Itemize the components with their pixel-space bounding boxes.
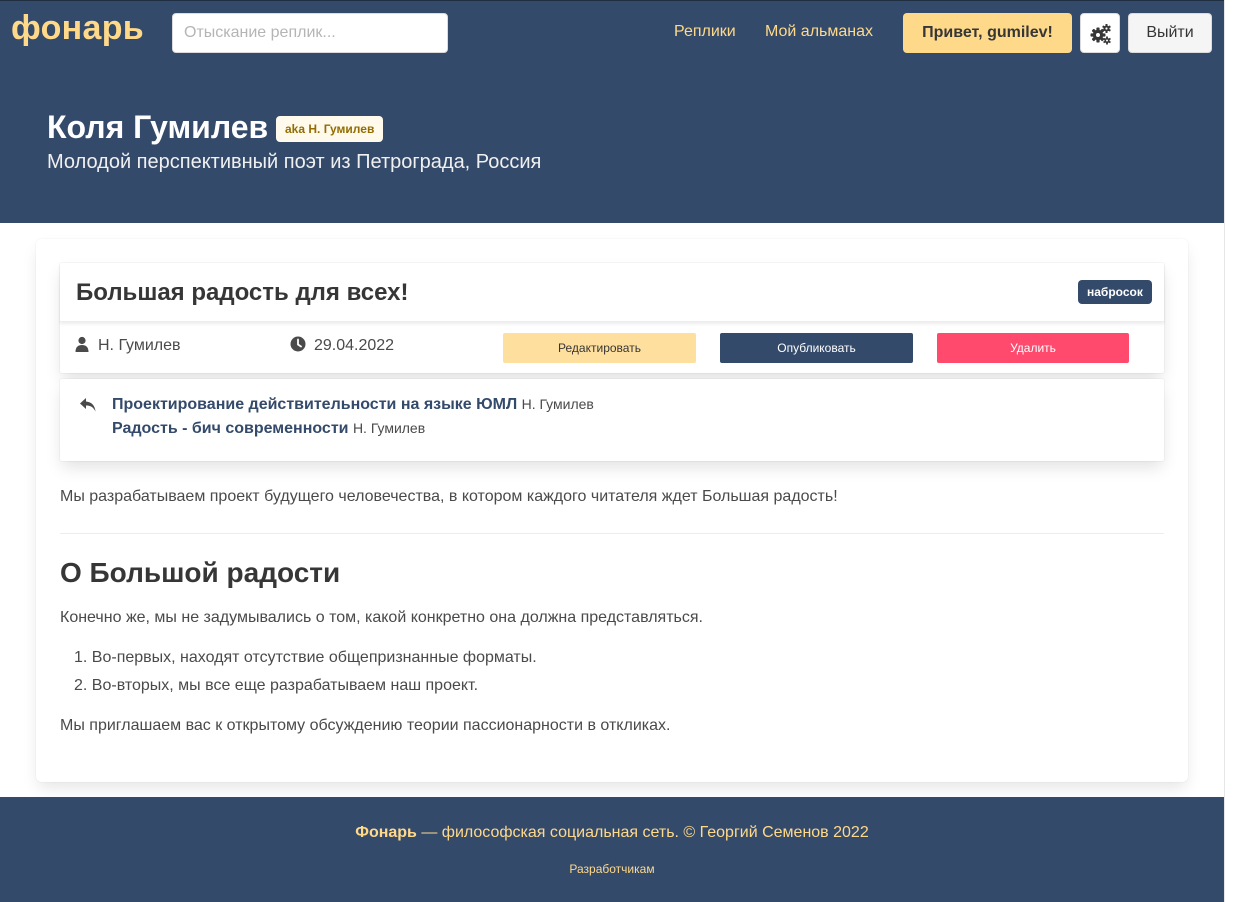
post-author[interactable]: Н. Гумилев	[74, 336, 181, 355]
search-input[interactable]	[172, 13, 448, 53]
post-date: 29.04.2022	[290, 336, 394, 355]
footer-copyright: — философская социальная сеть. © Георгий…	[416, 824, 869, 841]
clock-icon	[290, 336, 306, 352]
navbar: фонарь Реплики Мой альманах Привет, gumi…	[0, 0, 1224, 64]
user-icon	[75, 336, 89, 352]
reply-title[interactable]: Проектирование действительности на языке…	[112, 396, 517, 413]
scrollbar[interactable]	[1224, 0, 1238, 902]
replies-card: Проектирование действительности на языке…	[60, 379, 1164, 461]
brand-logo[interactable]: фонарь	[11, 9, 144, 48]
section-heading: О Большой радости	[60, 557, 341, 588]
profile-button[interactable]: Привет, gumilev!	[903, 13, 1072, 53]
post-header: Большая радость для всех! набросок	[60, 263, 1164, 322]
profile-hero: Коля Гумилев aka Н. Гумилев Молодой перс…	[0, 64, 1224, 223]
divider	[60, 533, 1164, 534]
post-date-value: 29.04.2022	[314, 337, 395, 354]
reply-author: Н. Гумилев	[521, 396, 594, 412]
post-card: Большая радость для всех! набросок Н. Гу…	[60, 263, 1164, 373]
developers-link[interactable]: Разработчикам	[0, 862, 1224, 876]
footer-brand[interactable]: Фонарь	[355, 824, 417, 841]
publish-button[interactable]: Опубликовать	[720, 333, 913, 363]
list-item-text: Во-вторых, мы все еще разрабатываем наш …	[91, 677, 479, 694]
reply-icon	[80, 398, 96, 412]
footer-text: Фонарь — философская социальная сеть. © …	[0, 824, 1224, 842]
list-item: 1. Во-первых, находят отсутствие общепри…	[74, 649, 537, 666]
reply-item[interactable]: Радость - бич современности Н. Гумилев	[112, 420, 425, 438]
reply-author: Н. Гумилев	[352, 420, 426, 436]
profile-subtitle: Молодой перспективный поэт из Петрограда…	[47, 151, 542, 173]
profile-name: Коля Гумилев	[47, 109, 269, 145]
settings-button[interactable]	[1080, 13, 1120, 53]
nav-link-almanac[interactable]: Мой альманах	[765, 23, 873, 41]
post-outro: Мы приглашаем вас к открытому обсуждению…	[60, 717, 671, 734]
list-item: 2. Во-вторых, мы все еще разрабатываем н…	[74, 677, 479, 694]
footer: Фонарь — философская социальная сеть. © …	[0, 797, 1224, 902]
reply-title[interactable]: Радость - бич современности	[112, 420, 348, 437]
status-badge: набросок	[1078, 280, 1152, 304]
gears-icon	[1090, 24, 1111, 45]
post-title: Большая радость для всех!	[76, 279, 409, 306]
aka-tag: aka Н. Гумилев	[276, 116, 384, 142]
list-item-text: Во-первых, находят отсутствие общепризна…	[91, 649, 537, 666]
edit-button[interactable]: Редактировать	[503, 333, 696, 363]
nav-link-replies[interactable]: Реплики	[674, 23, 736, 41]
post-author-name: Н. Гумилев	[98, 337, 181, 354]
logout-button[interactable]: Выйти	[1128, 13, 1212, 53]
post-intro: Мы разрабатываем проект будущего человеч…	[60, 488, 838, 505]
post-paragraph: Конечно же, мы не задумывались о том, ка…	[60, 609, 703, 626]
delete-button[interactable]: Удалить	[937, 333, 1129, 363]
reply-item[interactable]: Проектирование действительности на языке…	[112, 396, 594, 414]
